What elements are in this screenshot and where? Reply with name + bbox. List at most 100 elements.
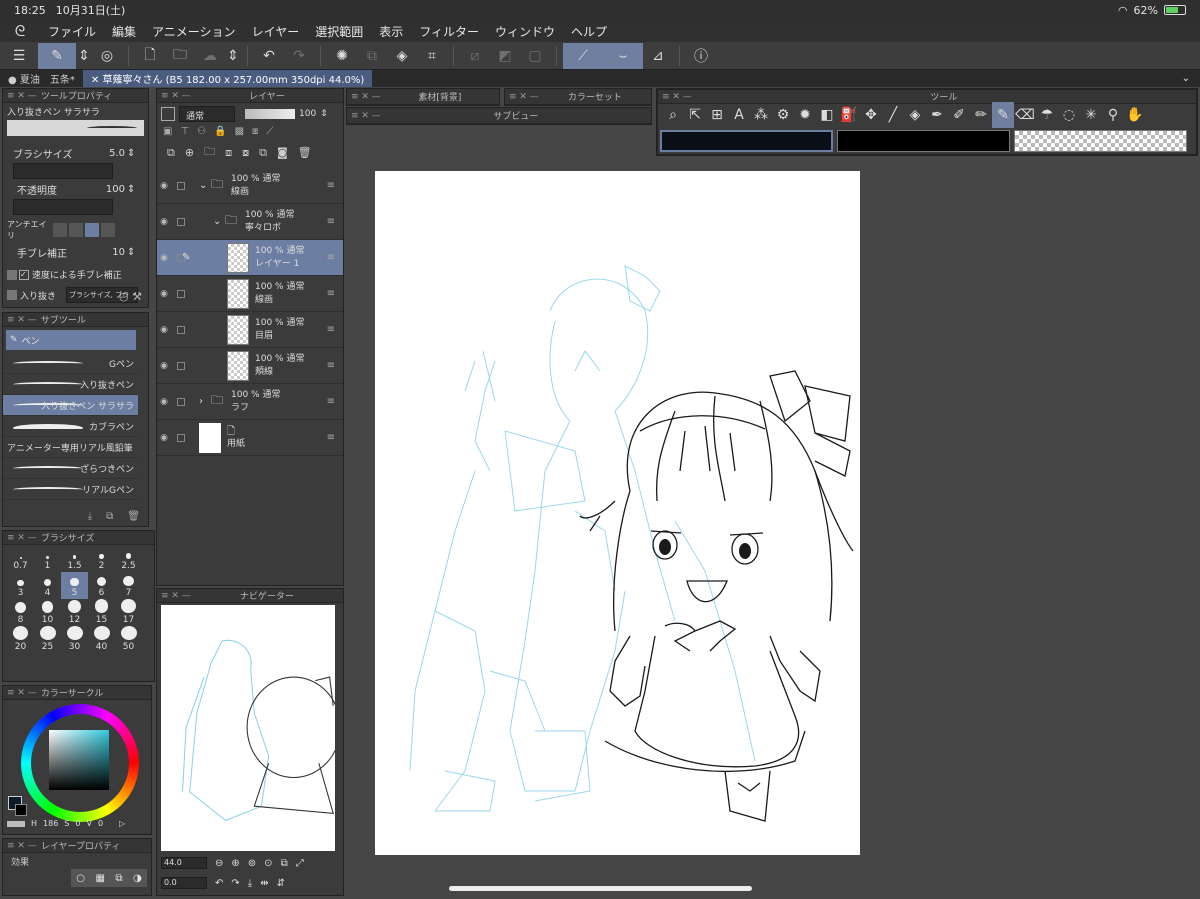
folder-toggle-icon[interactable]: › — [199, 396, 211, 407]
new-file-icon[interactable]: 🗋 — [135, 43, 165, 69]
brush-size-option[interactable]: 1 — [34, 545, 61, 572]
transform-icon[interactable]: ⧉ — [357, 43, 387, 69]
layer-menu-icon[interactable]: ≡ — [327, 180, 335, 191]
lock-reference-icon[interactable]: ▣ — [163, 126, 172, 137]
pen-tool-icon[interactable]: ✒ — [926, 102, 948, 128]
auto-select-icon[interactable]: ⚙ — [772, 102, 794, 128]
new-raster-layer-icon[interactable]: ⧉ — [167, 146, 175, 160]
transparent-swatch[interactable] — [7, 820, 25, 827]
layer-row[interactable]: ◉ 100 % 通常 目眉 ≡ — [157, 312, 343, 348]
menu-help[interactable]: ヘルプ — [563, 23, 615, 40]
stabilizer-value[interactable]: 10 — [97, 247, 125, 258]
layer-menu-icon[interactable]: ≡ — [327, 252, 335, 263]
folder-toggle-icon[interactable]: ⌄ — [213, 216, 225, 227]
layer-checkbox[interactable] — [177, 433, 185, 442]
eye-icon[interactable]: ◉ — [157, 253, 171, 263]
hand-tool-icon[interactable]: ✋ — [1124, 102, 1146, 128]
hue-ring[interactable] — [21, 704, 139, 822]
flip-vertical-icon[interactable]: ⇵ — [277, 878, 285, 889]
sub-color-bar[interactable] — [837, 130, 1010, 152]
sub-color-swatch[interactable] — [15, 804, 27, 816]
subtool-item[interactable]: リアルGペン — [3, 479, 138, 500]
transparent-color-bar[interactable] — [1014, 130, 1187, 152]
import-icon[interactable]: ⤓ — [88, 511, 92, 522]
opacity-value[interactable]: 100 — [83, 184, 125, 195]
subtool-group-pen[interactable]: ✎ ペン — [6, 330, 136, 350]
brush-size-option[interactable]: 3 — [7, 572, 34, 599]
layer-row[interactable]: ◉ 100 % 通常 線画 ≡ — [157, 276, 343, 312]
move-tool-icon[interactable]: ⇱ — [684, 102, 706, 128]
layer-menu-icon[interactable]: ≡ — [327, 216, 335, 227]
brush-size-option[interactable]: 5 — [61, 572, 88, 599]
brush-pen-tool-icon[interactable]: ✎ — [992, 102, 1014, 128]
eye-icon[interactable]: ◉ — [157, 325, 171, 335]
fullscreen-icon[interactable]: ⤢ — [296, 858, 304, 869]
subtool-item[interactable]: カブラペン — [3, 416, 138, 437]
brush-size-option[interactable]: 12 — [61, 599, 88, 626]
merge-icon[interactable]: ⧇ — [242, 146, 249, 160]
zoom-in-icon[interactable]: ⊕ — [231, 858, 239, 869]
brush-size-option[interactable]: 2 — [88, 545, 115, 572]
undo-icon[interactable]: ↶ — [254, 43, 284, 69]
layer-row[interactable]: ◉ 🗋 用紙 ≡ — [157, 420, 343, 456]
marker-tool-icon[interactable]: ✐ — [948, 102, 970, 128]
gradient-tool-icon[interactable]: ◧ — [816, 102, 838, 128]
subtool-item[interactable]: Gペン — [3, 353, 138, 374]
color-square-icon[interactable] — [161, 107, 175, 121]
actual-size-icon[interactable]: ⊙ — [264, 858, 272, 869]
brush-size-option[interactable]: 40 — [88, 626, 115, 653]
copy-layer-icon[interactable]: ⧉ — [259, 146, 267, 160]
clear-icon[interactable]: ⧄ — [460, 43, 490, 69]
new-folder-icon[interactable]: 🗀 — [204, 143, 215, 162]
layer-row[interactable]: ◉ › 🗀 100 % 通常 ラフ ≡ — [157, 384, 343, 420]
open-folder-icon[interactable]: 🗀 — [165, 43, 195, 69]
hamburger-icon[interactable]: ☰ — [0, 43, 38, 69]
subview-tab[interactable]: サブビュー — [385, 109, 647, 122]
zoom-value[interactable]: 44.0 — [161, 857, 207, 869]
menu-filter[interactable]: フィルター — [411, 23, 487, 40]
text-tool-icon[interactable]: A — [728, 102, 750, 128]
layer-checkbox[interactable] — [177, 181, 185, 190]
crop-icon[interactable]: ⌗ — [417, 43, 447, 69]
invert-icon[interactable]: ◩ — [490, 43, 520, 69]
help-icon[interactable]: ⓘ — [686, 43, 716, 69]
zoom-out-icon[interactable]: ⊖ — [215, 858, 223, 869]
delete-layer-icon[interactable]: 🗑 — [298, 146, 312, 159]
edit-pen-icon[interactable]: ✎ — [38, 42, 76, 69]
eye-icon[interactable]: ◉ — [157, 361, 171, 371]
colorset-tab[interactable]: カラーセット — [543, 90, 647, 103]
menu-window[interactable]: ウィンドウ — [487, 23, 563, 40]
bucket-tool-icon[interactable]: ⛽ — [838, 102, 860, 128]
layer-menu-icon[interactable]: ≡ — [327, 360, 335, 371]
mask-icon[interactable]: ◙ — [277, 146, 288, 159]
transform-tool-icon[interactable]: ✥ — [860, 102, 882, 128]
brush-size-option[interactable]: 20 — [7, 626, 34, 653]
menu-file[interactable]: ファイル — [40, 23, 104, 40]
cloud-icon[interactable]: ☁ — [195, 43, 225, 69]
drawing-canvas[interactable] — [375, 171, 860, 855]
layer-checkbox[interactable] — [177, 289, 185, 298]
brush-size-option[interactable]: 7 — [115, 572, 142, 599]
menu-layer[interactable]: レイヤー — [244, 23, 308, 40]
brush-size-option[interactable]: 30 — [61, 626, 88, 653]
wrench-icon[interactable]: ⚒ — [132, 290, 142, 303]
subtool-item-selected[interactable]: 入り抜きペン サラサラ — [3, 395, 138, 416]
main-color-bar[interactable] — [660, 130, 833, 152]
ruler-display-icon[interactable]: ⟋ — [266, 126, 273, 137]
select-tool-icon[interactable]: ⁂ — [750, 102, 772, 128]
brush-size-value[interactable]: 5.0 — [83, 148, 125, 159]
flip-horizontal-icon[interactable]: ⇹ — [260, 878, 268, 889]
speed-stabilizer-checkbox[interactable]: ✓ — [19, 269, 29, 280]
effect-buttons[interactable]: ○ ▦ ⧉ ◑ — [71, 869, 147, 887]
trash-icon[interactable]: 🗑 — [127, 511, 140, 522]
lasso-tool-icon[interactable]: ◌ — [1058, 102, 1080, 128]
rotate-right-icon[interactable]: ↷ — [231, 878, 239, 889]
brush-size-option[interactable]: 6 — [88, 572, 115, 599]
duplicate-icon[interactable]: ⧉ — [106, 511, 113, 522]
layer-row[interactable]: ◉ 100 % 通常 頬線 ≡ — [157, 348, 343, 384]
navigator-preview[interactable] — [161, 605, 341, 851]
subtool-item[interactable]: アニメーター専用リアル風鉛筆 — [3, 437, 138, 458]
blend-mode-select[interactable]: 通常 — [179, 106, 235, 122]
layer-menu-icon[interactable]: ≡ — [327, 432, 335, 443]
lock-icon[interactable]: 🔒 — [214, 126, 226, 137]
